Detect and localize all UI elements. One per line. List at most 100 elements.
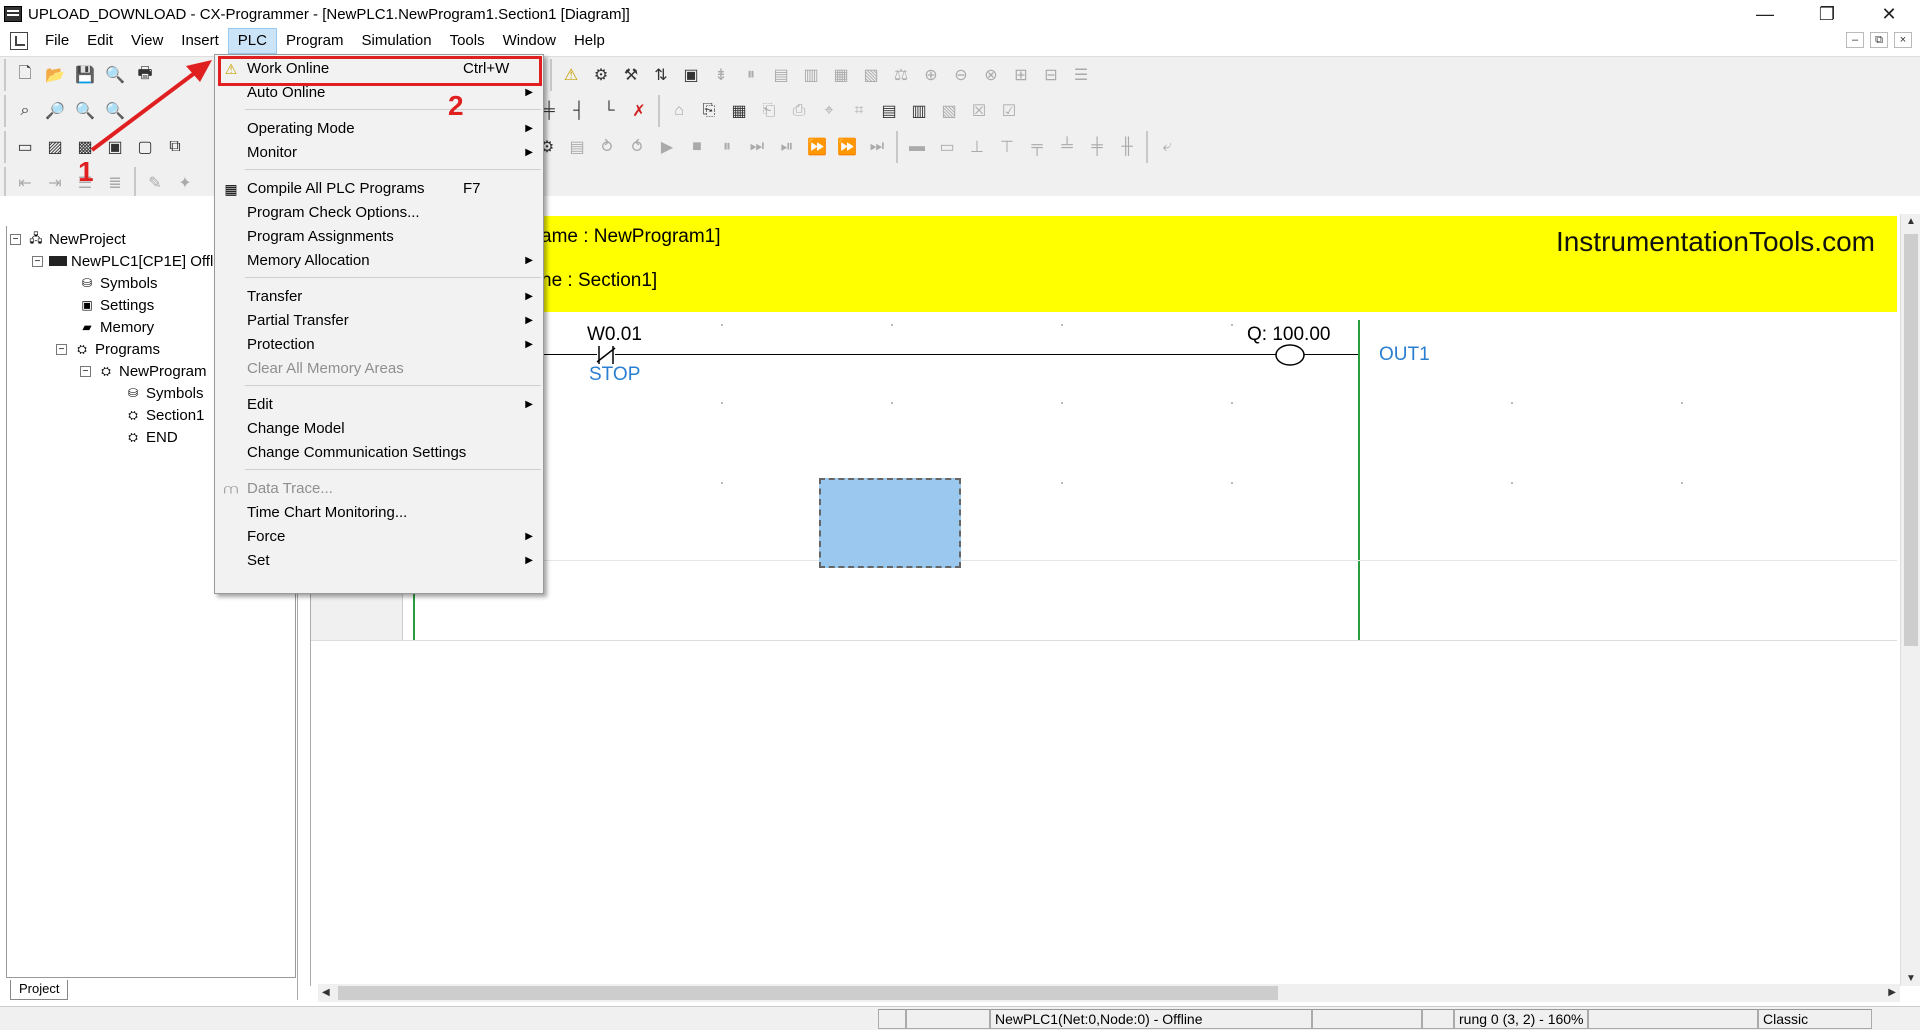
collapse-icon[interactable]: − (56, 343, 67, 355)
tree-item-settings[interactable]: ▣ Settings (78, 294, 154, 316)
pen-icon[interactable]: ✎ (142, 170, 168, 196)
menu-item-time-chart-monitoring[interactable]: Time Chart Monitoring... (215, 501, 543, 525)
bp-toggle-icon[interactable]: ⊤ (994, 134, 1020, 160)
tree-item-newproject[interactable]: − 🖧 NewProject (10, 228, 126, 250)
pointer-icon[interactable]: ⌕ (12, 98, 38, 124)
save-icon[interactable]: 💾 (72, 62, 98, 88)
menu-edit[interactable]: Edit (78, 29, 122, 53)
bp-enable-icon[interactable]: ╫ (1114, 134, 1140, 160)
memory-view-icon[interactable]: ▦ (726, 98, 752, 124)
vertical-scroll-thumb[interactable] (1904, 234, 1918, 646)
tab-project[interactable]: Project (10, 980, 69, 1000)
symbol-table-icon[interactable]: ⧉ (162, 134, 188, 160)
tree-item-end[interactable]: ⛭ END (124, 426, 177, 448)
menu-program[interactable]: Program (277, 29, 353, 53)
sim-step-over-icon[interactable]: ⥀ (624, 134, 650, 160)
menu-plc[interactable]: PLC (227, 28, 277, 54)
run-icon[interactable]: ▶ (654, 134, 680, 160)
sim-step-in-icon[interactable]: ⥁ (594, 134, 620, 160)
horizontal-scrollbar[interactable]: ◀ ▶ (318, 984, 1900, 1002)
restore-button[interactable]: ❐ (1796, 0, 1858, 28)
ladder-diagram[interactable]: ame : NewProgram1] ne : Section1] Instru… (310, 196, 1900, 986)
bp-all-icon[interactable]: ╧ (1054, 134, 1080, 160)
menu-item-operating-mode[interactable]: Operating Mode ▶ (215, 117, 543, 141)
error-log-icon[interactable]: ☒ (966, 98, 992, 124)
tree-item-newprogram[interactable]: − ⛭ NewProgram (80, 360, 207, 382)
ladder-view-icon[interactable]: ▨ (42, 134, 68, 160)
skip-end-icon[interactable]: ⏭ (864, 134, 890, 160)
table-view-icon[interactable]: ⊞ (1008, 62, 1034, 88)
online-edit-icon[interactable]: ⚒ (618, 62, 644, 88)
breakpoint-clear-icon[interactable]: ▭ (934, 134, 960, 160)
instruction-icon[interactable]: ⌂ (666, 98, 692, 124)
fast-forward-icon[interactable]: ⏩ (834, 134, 860, 160)
menu-help[interactable]: Help (565, 29, 614, 53)
horizontal-scroll-thumb[interactable] (338, 986, 1278, 1000)
menu-item-compile-all[interactable]: ▦ Compile All PLC Programs F7 (215, 177, 543, 201)
print-preview-icon[interactable]: 🔍 (102, 62, 128, 88)
vertical-line-icon[interactable]: ┤ (566, 98, 592, 124)
pause-icon[interactable]: ⏸ (738, 62, 764, 88)
print-icon[interactable]: 🖶 (132, 62, 158, 88)
address-ref-icon[interactable]: ⎙ (786, 98, 812, 124)
work-online-icon[interactable]: ⚠ (558, 62, 584, 88)
bp-set-icon[interactable]: ⊥ (964, 134, 990, 160)
vertical-scrollbar[interactable]: ▲ ▼ (1900, 214, 1920, 986)
list-view-icon[interactable]: ☰ (1068, 62, 1094, 88)
scroll-left-icon[interactable]: ◀ (322, 987, 330, 998)
menu-item-change-communication-settings[interactable]: Change Communication Settings (215, 441, 543, 465)
outdent-icon[interactable]: ≣ (102, 170, 128, 196)
menu-item-protection[interactable]: Protection ▶ (215, 333, 543, 357)
document-system-icon[interactable] (10, 32, 28, 50)
replace-icon[interactable]: ⌗ (846, 98, 872, 124)
menu-tools[interactable]: Tools (441, 29, 494, 53)
split-view-icon[interactable]: ▣ (102, 134, 128, 160)
find-icon[interactable]: ⌖ (816, 98, 842, 124)
menu-item-program-assignments[interactable]: Program Assignments (215, 225, 543, 249)
force-on-icon[interactable]: ⊕ (918, 62, 944, 88)
menu-item-edit[interactable]: Edit ▶ (215, 393, 543, 417)
monitor-mode-icon[interactable]: ▦ (828, 62, 854, 88)
monitor-icon[interactable]: ▣ (678, 62, 704, 88)
breakpoint-icon[interactable]: ▬ (904, 134, 930, 160)
step-icon-2[interactable]: ⏭ (744, 134, 770, 160)
menu-file[interactable]: File (36, 29, 78, 53)
indent-right-icon[interactable]: ⇥ (42, 170, 68, 196)
collapse-icon[interactable]: − (32, 255, 43, 267)
tree-item-memory[interactable]: ▰ Memory (78, 316, 154, 338)
zoom-out-icon[interactable]: 🔍 (72, 98, 98, 124)
tree-item-programs[interactable]: − ⛭ Programs (56, 338, 160, 360)
tree-item-symbols[interactable]: ⛁ Symbols (78, 272, 158, 294)
zoom-fit-icon[interactable]: 🔍 (102, 98, 128, 124)
scroll-up-icon[interactable]: ▲ (1906, 216, 1916, 227)
transfer-icon[interactable]: ⇅ (648, 62, 674, 88)
mdi-minimize-button[interactable]: – (1846, 32, 1864, 48)
menu-window[interactable]: Window (494, 29, 565, 53)
minimize-button[interactable]: — (1734, 0, 1796, 28)
mdi-restore-button[interactable]: ⧉ (1870, 32, 1888, 48)
return-icon[interactable]: ⤶ (1154, 134, 1180, 160)
menu-item-partial-transfer[interactable]: Partial Transfer ▶ (215, 309, 543, 333)
wand-icon[interactable]: ✦ (172, 170, 198, 196)
scroll-down-icon[interactable]: ▼ (1906, 973, 1916, 984)
diagram-icon[interactable]: ▢ (132, 134, 158, 160)
grid-view-icon[interactable]: ⊟ (1038, 62, 1064, 88)
step-run-icon[interactable]: ⏯ (774, 134, 800, 160)
tree-item-section1[interactable]: ⛭ Section1 (124, 404, 204, 426)
new-file-icon[interactable]: 🗋 (12, 62, 38, 88)
menu-simulation[interactable]: Simulation (353, 29, 441, 53)
close-button[interactable]: ✕ (1858, 0, 1920, 28)
compare-pc-icon[interactable]: ⎗ (756, 98, 782, 124)
collapse-icon[interactable]: − (10, 233, 21, 245)
program-mode-icon[interactable]: ▤ (768, 62, 794, 88)
open-folder-icon[interactable]: 📂 (42, 62, 68, 88)
menu-item-memory-allocation[interactable]: Memory Allocation ▶ (215, 249, 543, 273)
project-window-icon[interactable]: ▭ (12, 134, 38, 160)
cross-ref-icon[interactable]: ⎘ (696, 98, 722, 124)
mdi-close-button[interactable]: × (1894, 32, 1912, 48)
bp-disable-icon[interactable]: ╪ (1084, 134, 1110, 160)
menu-item-set[interactable]: Set ▶ (215, 549, 543, 573)
menu-item-change-model[interactable]: Change Model (215, 417, 543, 441)
coil-symbol[interactable] (1273, 342, 1307, 368)
delete-line-icon[interactable]: ✗ (626, 98, 652, 124)
